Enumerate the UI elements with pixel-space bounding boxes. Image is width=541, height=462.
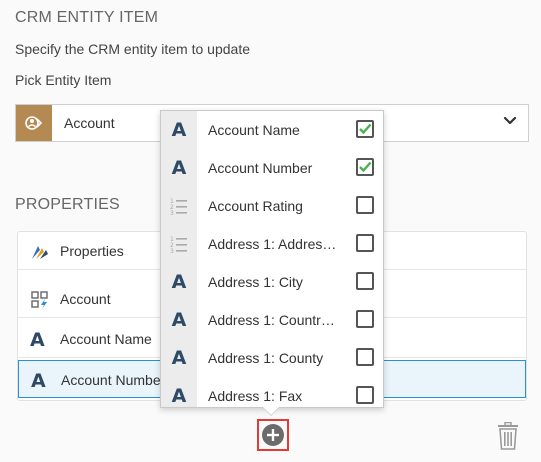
checkbox-unchecked[interactable]: [356, 272, 374, 290]
choice-list-icon: 1 2 3: [170, 198, 187, 216]
property-row-label: Account: [60, 291, 111, 307]
text-field-icon: A: [30, 329, 45, 351]
field-picker-popup: A Account Name A Account Number 1 2 3 Ac…: [160, 110, 384, 408]
property-row-label: Properties: [60, 243, 124, 259]
text-field-icon: A: [171, 385, 187, 407]
popup-option-label: Address 1: Address Type: [208, 236, 341, 252]
properties-icon: [32, 246, 48, 259]
text-field-icon: A: [171, 347, 187, 369]
add-property-button[interactable]: [257, 419, 289, 451]
entity-description: Specify the CRM entity item to update: [15, 41, 250, 57]
popup-option-label: Address 1: Fax: [208, 388, 303, 404]
popup-option-address-county[interactable]: A Address 1: County: [161, 339, 383, 377]
text-field-icon: A: [171, 271, 187, 293]
text-field-icon: A: [31, 370, 46, 392]
popup-option-label: Account Rating: [208, 198, 303, 214]
checkbox-checked[interactable]: [356, 120, 374, 138]
trash-icon[interactable]: [497, 422, 519, 450]
checkbox-unchecked[interactable]: [356, 310, 374, 328]
entity-icon: [31, 291, 48, 309]
popup-option-label: Address 1: County: [208, 350, 324, 366]
check-icon: [359, 123, 372, 135]
crm-entity-icon: [16, 105, 52, 141]
pick-entity-label: Pick Entity Item: [15, 72, 112, 88]
popup-option-address-type[interactable]: 1 2 3 Address 1: Address Type: [161, 225, 383, 263]
plus-circle-icon: [262, 424, 284, 446]
popup-option-address-fax[interactable]: A Address 1: Fax: [161, 377, 383, 407]
section-title-properties: PROPERTIES: [15, 196, 120, 213]
checkbox-unchecked[interactable]: [356, 386, 374, 404]
popup-option-address-country[interactable]: A Address 1: Country/Region: [161, 301, 383, 339]
popup-option-account-number[interactable]: A Account Number: [161, 149, 383, 187]
popup-option-address-city[interactable]: A Address 1: City: [161, 263, 383, 301]
svg-text:3: 3: [170, 210, 174, 216]
popup-pointer-arrow: [262, 406, 280, 415]
choice-list-icon: 1 2 3: [170, 236, 187, 254]
popup-option-account-name[interactable]: A Account Name: [161, 111, 383, 149]
checkbox-checked[interactable]: [356, 158, 374, 176]
text-field-icon: A: [171, 157, 187, 179]
property-row-label: Account Name: [60, 331, 152, 347]
checkbox-unchecked[interactable]: [356, 196, 374, 214]
popup-option-account-rating[interactable]: 1 2 3 Account Rating: [161, 187, 383, 225]
checkbox-unchecked[interactable]: [356, 234, 374, 252]
property-row-label: Account Number: [61, 372, 166, 388]
popup-option-label: Address 1: Country/Region: [208, 312, 341, 328]
check-icon: [359, 161, 372, 173]
text-field-icon: A: [171, 119, 187, 141]
text-field-icon: A: [171, 309, 187, 331]
popup-option-label: Address 1: City: [208, 274, 303, 290]
svg-text:3: 3: [170, 248, 174, 254]
checkbox-unchecked[interactable]: [356, 348, 374, 366]
popup-option-label: Account Name: [208, 122, 300, 138]
popup-option-label: Account Number: [208, 160, 313, 176]
section-title-crm-entity-item: CRM ENTITY ITEM: [15, 9, 159, 26]
entity-picker-value: Account: [64, 115, 115, 131]
chevron-down-icon[interactable]: [502, 113, 518, 129]
